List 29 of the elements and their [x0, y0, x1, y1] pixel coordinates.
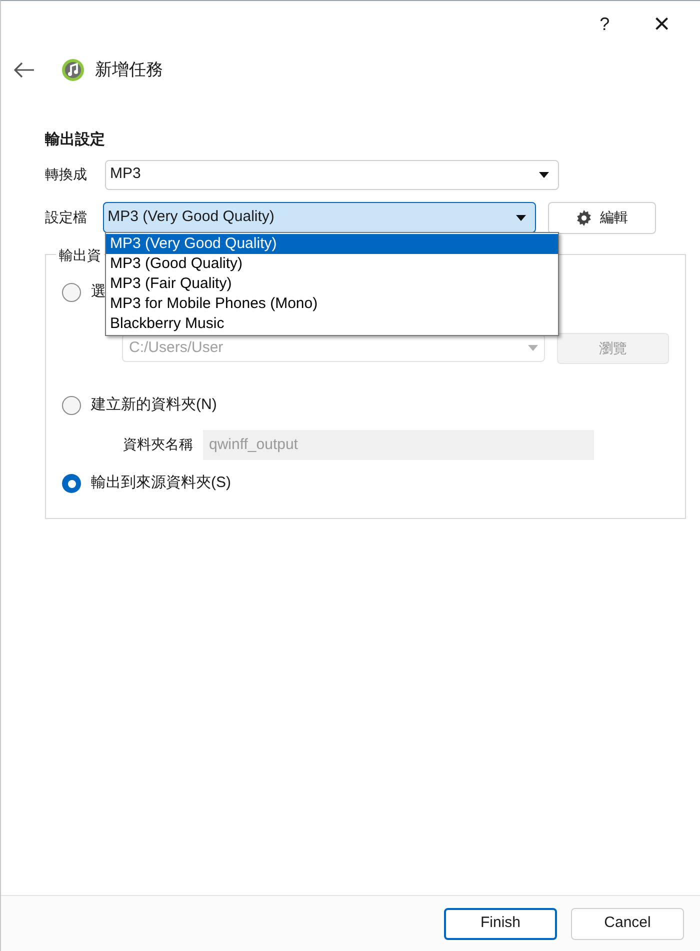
radio-button[interactable] [62, 283, 81, 302]
field-label: 設定檔 [45, 208, 88, 227]
radio-button[interactable] [62, 474, 81, 493]
radio-button[interactable] [62, 396, 81, 415]
dropdown-option[interactable]: MP3 (Fair Quality) [106, 274, 558, 294]
dropdown-option[interactable]: MP3 (Good Quality) [106, 254, 558, 274]
edit-button[interactable]: 編輯 [548, 202, 656, 234]
dropdown-caret-icon [539, 172, 549, 178]
dialog-button[interactable]: Finish [444, 908, 557, 940]
field-label: 轉換成 [45, 165, 88, 184]
gear-icon [576, 210, 592, 226]
dropdown-option[interactable]: Blackberry Music [106, 314, 558, 334]
field-label: 資料夾名稱 [123, 435, 193, 454]
radio-label: 建立新的資料夾(N) [91, 395, 217, 416]
dropdown-option[interactable]: MP3 (Very Good Quality) [106, 234, 558, 254]
radio-label: 輸出到來源資料夾(S) [91, 473, 231, 494]
dropdown-caret-icon [516, 214, 526, 220]
format-dropdown[interactable]: MP3 [105, 160, 559, 190]
radio-label: 選 [91, 282, 106, 302]
dropdown-caret-icon [528, 345, 538, 351]
back-arrow-icon[interactable] [13, 62, 35, 78]
dropdown-option[interactable]: MP3 for Mobile Phones (Mono) [106, 294, 558, 314]
dialog-title: 新增任務 [95, 59, 163, 82]
music-note-icon [61, 58, 85, 82]
dialog-button[interactable]: Cancel [571, 908, 684, 940]
help-button[interactable]: ? [596, 10, 614, 38]
preset-dropdown[interactable]: MP3 (Very Good Quality) [102, 202, 536, 233]
close-button[interactable]: × [650, 10, 674, 38]
section-title: 輸出設定 [45, 130, 106, 150]
